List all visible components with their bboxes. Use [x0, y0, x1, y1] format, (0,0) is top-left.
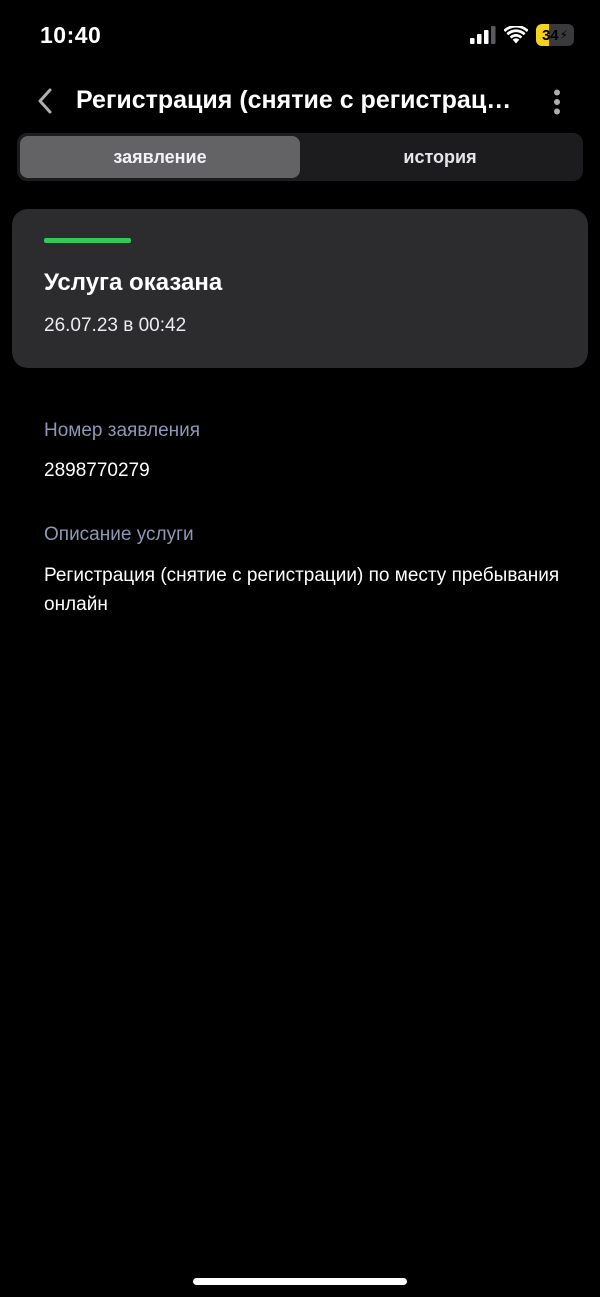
- service-description-label: Описание услуги: [44, 524, 194, 545]
- more-options-button[interactable]: [542, 84, 572, 120]
- service-description-value: Регистрация (снятие с регистрации) по ме…: [44, 565, 560, 615]
- more-vertical-icon: [554, 89, 560, 115]
- application-number-label: Номер заявления: [44, 420, 201, 441]
- status-time: 10:40: [40, 22, 102, 48]
- application-details-screen: 10:40 34 ⚡ Регистрация (снятие с регистр…: [0, 0, 600, 1297]
- status-bar: 10:40 34 ⚡: [0, 0, 600, 72]
- charging-bolt-icon: ⚡: [559, 28, 569, 42]
- home-indicator[interactable]: [193, 1278, 407, 1285]
- segmented-tabs: заявление история: [17, 133, 583, 181]
- tab-history[interactable]: история: [300, 136, 580, 178]
- status-icons: 34 ⚡: [470, 24, 574, 46]
- chevron-left-icon: [38, 88, 52, 114]
- back-button[interactable]: [28, 82, 62, 120]
- status-indicator-bar: [44, 238, 131, 243]
- navigation-header: Регистрация (снятие с регистрации) по ме…: [0, 78, 600, 124]
- page-title: Регистрация (снятие с регистрации) по ме…: [76, 86, 516, 114]
- status-card: Услуга оказана 26.07.23 в 00:42: [12, 209, 588, 368]
- battery-percent: 34: [541, 26, 559, 44]
- status-title: Услуга оказана: [44, 269, 223, 296]
- cellular-signal-icon: [470, 26, 496, 44]
- status-date: 26.07.23 в 00:42: [44, 315, 187, 336]
- application-number-value: 2898770279: [44, 460, 150, 481]
- tab-application[interactable]: заявление: [20, 136, 300, 178]
- battery-indicator: 34 ⚡: [536, 24, 574, 46]
- wifi-icon: [504, 26, 528, 44]
